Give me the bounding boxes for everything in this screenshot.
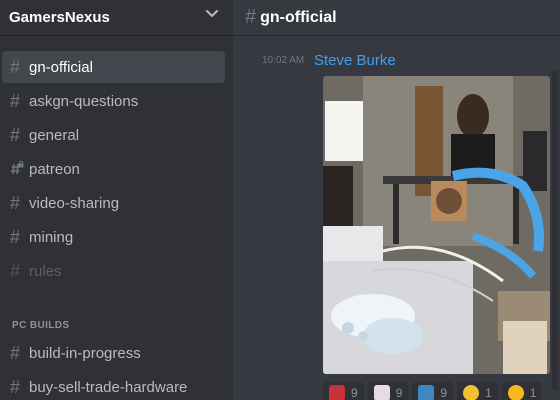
channel-mining[interactable]: # mining xyxy=(2,221,225,253)
channel-label: video-sharing xyxy=(29,194,120,212)
cat-emoji-icon xyxy=(373,385,390,400)
channel-label: mining xyxy=(29,228,74,246)
channel-patreon[interactable]: patreon xyxy=(2,153,225,185)
cool-emoji-icon xyxy=(418,385,435,400)
hash-icon: # xyxy=(10,226,21,247)
image-attachment[interactable] xyxy=(323,76,550,374)
thumbs-up-emoji-icon xyxy=(463,385,480,400)
channel-header: # gn-official xyxy=(233,0,560,36)
channel-video-sharing[interactable]: # video-sharing xyxy=(2,187,225,219)
reaction-heart-eyes[interactable]: 1 xyxy=(501,382,543,400)
hash-icon: # xyxy=(10,90,21,111)
channel-label: askgn-questions xyxy=(29,92,139,110)
message-timestamp: 10:02 AM xyxy=(262,55,305,66)
channel-rules[interactable]: # rules xyxy=(2,255,225,287)
message-author[interactable]: Steve Burke xyxy=(314,52,396,69)
server-name: GamersNexus xyxy=(9,9,110,26)
channel-askgn-questions[interactable]: # askgn-questions xyxy=(2,85,225,117)
reaction-cool[interactable]: 9 xyxy=(412,382,454,400)
heart-eyes-emoji-icon xyxy=(507,385,524,400)
channel-sidebar: GamersNexus # gn-official # askgn-questi… xyxy=(0,0,233,400)
chat-scrollbar[interactable] xyxy=(552,70,558,390)
channel-gn-official[interactable]: # gn-official xyxy=(2,51,225,83)
hash-icon: # xyxy=(245,6,257,28)
image-attachment-photo xyxy=(323,76,550,374)
reaction-count: 1 xyxy=(485,386,492,400)
red-emoji-icon xyxy=(329,385,345,400)
category-pc-builds[interactable]: PC BUILDS xyxy=(12,320,70,331)
reaction-thumbs-up[interactable]: 1 xyxy=(457,382,498,400)
reaction-bar: 9 9 9 1 1 xyxy=(323,382,543,400)
reaction-cat[interactable]: 9 xyxy=(367,382,409,400)
reaction-red[interactable]: 9 xyxy=(323,382,364,400)
channel-label: gn-official xyxy=(29,58,93,76)
channel-general[interactable]: # general xyxy=(2,119,225,151)
hash-icon: # xyxy=(10,124,21,145)
chevron-down-icon[interactable] xyxy=(205,6,219,20)
channel-label: buy-sell-trade-hardware xyxy=(29,378,188,396)
reaction-count: 9 xyxy=(351,386,358,400)
hash-icon: # xyxy=(10,56,21,77)
channel-label: rules xyxy=(29,262,62,280)
reaction-count: 9 xyxy=(395,386,403,400)
channel-label: build-in-progress xyxy=(29,344,141,362)
chat-area: # gn-official 10:02 AM Steve Burke 9 9 9… xyxy=(233,0,560,400)
channel-title: gn-official xyxy=(260,8,337,26)
channel-label: patreon xyxy=(29,160,80,178)
hash-icon: # xyxy=(10,342,21,363)
reaction-count: 1 xyxy=(529,386,537,400)
reaction-count: 9 xyxy=(440,386,448,400)
channel-build-in-progress[interactable]: # build-in-progress xyxy=(2,337,225,369)
locked-hash-icon xyxy=(10,160,29,177)
hash-icon: # xyxy=(10,376,21,397)
hash-icon: # xyxy=(10,260,21,281)
channel-buy-sell-trade-hardware[interactable]: # buy-sell-trade-hardware xyxy=(2,371,225,400)
channel-label: general xyxy=(29,126,80,144)
server-header[interactable]: GamersNexus xyxy=(0,0,233,36)
hash-icon: # xyxy=(10,192,21,213)
